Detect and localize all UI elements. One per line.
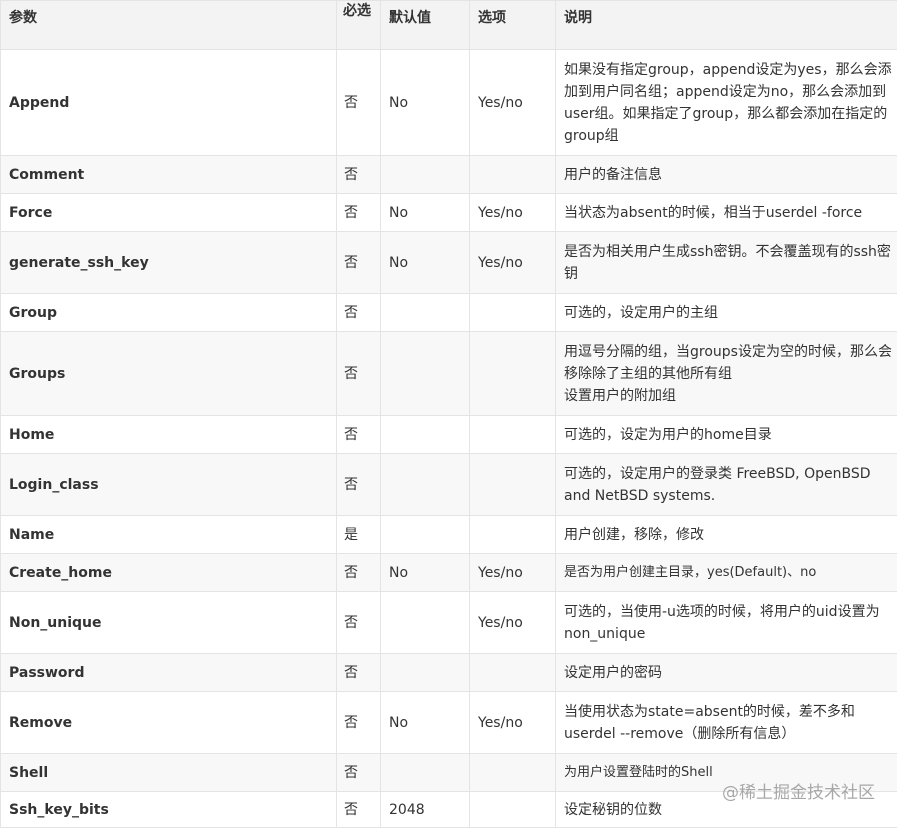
param-cell: Home [1,416,337,454]
param-cell: Force [1,194,337,232]
options-cell [470,516,556,554]
table-row: Home否 可选的，设定为用户的home目录 [1,416,897,454]
default-cell [381,416,470,454]
required-cell: 否 [337,156,381,194]
required-cell: 否 [337,592,381,654]
required-cell: 否 [337,232,381,294]
default-cell: No [381,692,470,754]
required-cell: 否 [337,194,381,232]
param-cell: Comment [1,156,337,194]
default-cell: No [381,50,470,156]
param-cell: Append [1,50,337,156]
description-cell: 当状态为absent的时候，相当于userdel -force [556,194,897,232]
required-cell: 否 [337,454,381,516]
table-row: Non_unique否 Yes/no可选的，当使用-u选项的时候，将用户的uid设… [1,592,897,654]
description-cell: 可选的，设定用户的主组 [556,294,897,332]
options-cell [470,156,556,194]
default-cell: 2048 [381,792,470,828]
header-required: 必选 [337,1,381,50]
table-row: Group否 可选的，设定用户的主组 [1,294,897,332]
header-param: 参数 [1,1,337,50]
required-cell: 否 [337,416,381,454]
options-cell: Yes/no [470,194,556,232]
description-cell: 用户创建，移除，修改 [556,516,897,554]
param-cell: Remove [1,692,337,754]
options-cell [470,754,556,792]
description-cell: 可选的，设定用户的登录类 FreeBSD, OpenBSD and NetBSD… [556,454,897,516]
options-cell [470,454,556,516]
param-cell: generate_ssh_key [1,232,337,294]
description-cell: 用户的备注信息 [556,156,897,194]
default-cell: No [381,194,470,232]
table-row: generate_ssh_key否NoYes/no是否为相关用户生成ssh密钥。… [1,232,897,294]
description-cell: 设定用户的密码 [556,654,897,692]
param-cell: Non_unique [1,592,337,654]
table-row: Password否 设定用户的密码 [1,654,897,692]
required-cell: 否 [337,692,381,754]
table-row: Remove否NoYes/no当使用状态为state=absent的时候，差不多… [1,692,897,754]
default-cell [381,754,470,792]
table-row: Force否NoYes/no当状态为absent的时候，相当于userdel -… [1,194,897,232]
description-cell: 是否为用户创建主目录，yes(Default)、no [556,554,897,592]
required-cell: 否 [337,754,381,792]
default-cell [381,654,470,692]
default-cell [381,516,470,554]
description-cell: 可选的，当使用-u选项的时候，将用户的uid设置为non_unique [556,592,897,654]
param-cell: Ssh_key_bits [1,792,337,828]
options-cell: Yes/no [470,592,556,654]
options-cell: Yes/no [470,692,556,754]
header-default: 默认值 [381,1,470,50]
table-body: Append否NoYes/no如果没有指定group，append设定为yes，… [1,50,897,828]
options-cell: Yes/no [470,554,556,592]
description-cell: 可选的，设定为用户的home目录 [556,416,897,454]
options-cell [470,294,556,332]
header-options: 选项 [470,1,556,50]
description-cell: 用逗号分隔的组，当groups设定为空的时候，那么会移除除了主组的其他所有组 设… [556,332,897,416]
default-cell [381,294,470,332]
description-cell: 当使用状态为state=absent的时候，差不多和userdel --remo… [556,692,897,754]
required-cell: 否 [337,50,381,156]
table-row: Name是 用户创建，移除，修改 [1,516,897,554]
options-cell: Yes/no [470,232,556,294]
options-cell: Yes/no [470,50,556,156]
param-cell: Name [1,516,337,554]
required-cell: 是 [337,516,381,554]
table-row: Create_home否NoYes/no是否为用户创建主目录，yes(Defau… [1,554,897,592]
default-cell: No [381,554,470,592]
required-cell: 否 [337,792,381,828]
options-cell [470,792,556,828]
table-row: Comment否 用户的备注信息 [1,156,897,194]
options-cell [470,654,556,692]
table-row: Login_class否 可选的，设定用户的登录类 FreeBSD, OpenBS… [1,454,897,516]
description-cell: 为用户设置登陆时的Shell [556,754,897,792]
required-cell: 否 [337,654,381,692]
param-cell: Create_home [1,554,337,592]
header-description: 说明 [556,1,897,50]
param-cell: Password [1,654,337,692]
parameter-table: 参数 必选 默认值 选项 说明 Append否NoYes/no如果没有指定gro… [0,0,897,828]
description-cell: 如果没有指定group，append设定为yes，那么会添加到用户同名组；app… [556,50,897,156]
options-cell [470,416,556,454]
required-cell: 否 [337,554,381,592]
description-cell: 设定秘钥的位数 [556,792,897,828]
table-row: Append否NoYes/no如果没有指定group，append设定为yes，… [1,50,897,156]
table-row: Groups否 用逗号分隔的组，当groups设定为空的时候，那么会移除除了主组的… [1,332,897,416]
param-cell: Group [1,294,337,332]
table-header-row: 参数 必选 默认值 选项 说明 [1,1,897,50]
default-cell [381,156,470,194]
table-row: Ssh_key_bits否2048 设定秘钥的位数 [1,792,897,828]
options-cell [470,332,556,416]
required-cell: 否 [337,294,381,332]
default-cell: No [381,232,470,294]
default-cell [381,454,470,516]
default-cell [381,332,470,416]
description-cell: 是否为相关用户生成ssh密钥。不会覆盖现有的ssh密钥 [556,232,897,294]
default-cell [381,592,470,654]
required-cell: 否 [337,332,381,416]
param-cell: Groups [1,332,337,416]
table-row: Shell否 为用户设置登陆时的Shell [1,754,897,792]
param-cell: Shell [1,754,337,792]
param-cell: Login_class [1,454,337,516]
